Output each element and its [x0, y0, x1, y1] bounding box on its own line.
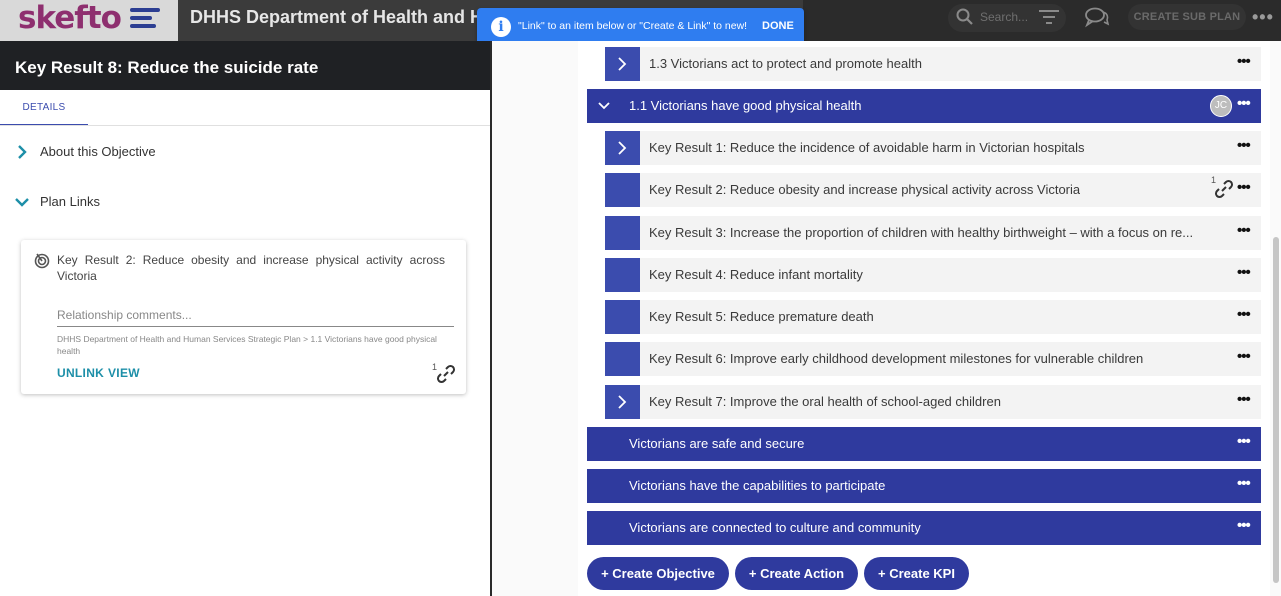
plan-link-card: Key Result 2: Reduce obesity and increas…	[21, 240, 466, 394]
plan-row-label: Key Result 4: Reduce infant mortality	[649, 267, 863, 282]
chevron-right-icon	[18, 145, 27, 159]
more-options-icon[interactable]: •••	[1237, 265, 1253, 281]
more-options-icon[interactable]: •••	[1237, 476, 1253, 492]
section-label: Plan Links	[40, 194, 100, 209]
more-options-icon[interactable]: •••	[1237, 180, 1253, 196]
row-color-block	[605, 300, 640, 334]
avatar[interactable]: JC	[1210, 95, 1232, 117]
more-options-icon[interactable]: •••	[1237, 54, 1253, 70]
more-options-icon[interactable]: •••	[1237, 138, 1253, 154]
plan-title: DHHS Department of Health and Human Serv…	[190, 7, 480, 27]
row-color-block	[605, 342, 640, 376]
section-about-objective[interactable]: About this Objective	[14, 142, 214, 162]
tab-details[interactable]: DETAILS	[0, 90, 88, 126]
plan-row-label: Key Result 3: Increase the proportion of…	[649, 225, 1194, 240]
create-objective-button[interactable]: + Create Objective	[587, 557, 729, 590]
toast-message: "Link" to an item below or "Create & Lin…	[518, 20, 748, 32]
logo-lines-icon	[130, 8, 160, 30]
more-options-icon[interactable]: •••	[1237, 96, 1253, 112]
objective-row[interactable]: 1.1 Victorians have good physical health…	[587, 89, 1261, 123]
create-action-button[interactable]: + Create Action	[735, 557, 858, 590]
more-options-icon[interactable]: •••	[1237, 307, 1253, 323]
objective-row[interactable]: Victorians are connected to culture and …	[587, 511, 1261, 545]
more-options-icon[interactable]: •••	[1237, 223, 1253, 239]
plan-row-body[interactable]: Key Result 1: Reduce the incidence of av…	[640, 131, 1261, 165]
objective-row[interactable]: Victorians have the capabilities to part…	[587, 469, 1261, 503]
info-icon: i	[491, 17, 511, 37]
plan-row-label: 1.3 Victorians act to protect and promot…	[649, 56, 922, 71]
plan-row-body[interactable]: Key Result 6: Improve early childhood de…	[640, 342, 1261, 376]
key-result-row[interactable]: Key Result 7: Improve the oral health of…	[605, 385, 1261, 419]
link-icon[interactable]	[1214, 179, 1234, 199]
toast-done-button[interactable]: DONE	[762, 20, 794, 32]
more-options-icon[interactable]: •••	[1237, 392, 1253, 408]
key-result-row[interactable]: Key Result 4: Reduce infant mortality ••…	[605, 258, 1261, 292]
more-options-icon[interactable]: •••	[1237, 518, 1253, 534]
linked-item-title: Key Result 2: Reduce obesity and increas…	[57, 253, 445, 283]
more-options-icon[interactable]: •••	[1252, 7, 1274, 28]
plan-row-body[interactable]: Key Result 4: Reduce infant mortality ••…	[640, 258, 1261, 292]
create-kpi-button[interactable]: + Create KPI	[864, 557, 969, 590]
relationship-comments-field[interactable]: Relationship comments...	[57, 308, 192, 322]
section-label: About this Objective	[40, 144, 156, 159]
view-button[interactable]: VIEW	[108, 366, 140, 380]
key-result-target-icon	[34, 253, 50, 269]
expand-button[interactable]	[605, 131, 640, 165]
link-icon[interactable]	[436, 364, 456, 384]
plan-row-label: Key Result 7: Improve the oral health of…	[649, 394, 1001, 409]
objective-label: 1.1 Victorians have good physical health	[629, 98, 862, 113]
key-result-row[interactable]: Key Result 3: Increase the proportion of…	[605, 216, 1261, 250]
expand-button[interactable]	[605, 385, 640, 419]
objective-label: Victorians are connected to culture and …	[629, 520, 921, 535]
chevron-right-icon	[618, 57, 627, 71]
plan-row-label: Key Result 1: Reduce the incidence of av…	[649, 140, 1085, 155]
chevron-down-icon	[15, 198, 29, 207]
chevron-right-icon	[618, 141, 627, 155]
tab-divider	[0, 125, 490, 126]
key-result-row[interactable]: Key Result 2: Reduce obesity and increas…	[605, 173, 1261, 207]
more-options-icon[interactable]: •••	[1237, 349, 1253, 365]
plan-row-body[interactable]: Key Result 5: Reduce premature death •••	[640, 300, 1261, 334]
app-root: skefto DHHS Department of Health and Hum…	[0, 0, 1281, 596]
comments-underline	[57, 326, 454, 327]
filter-icon[interactable]	[1039, 10, 1059, 24]
comments-icon[interactable]	[1084, 6, 1110, 28]
plan-row-body[interactable]: Key Result 2: Reduce obesity and increas…	[640, 173, 1261, 207]
expand-button[interactable]	[605, 47, 640, 81]
detail-title: Key Result 8: Reduce the suicide rate	[15, 58, 319, 77]
objective-row[interactable]: Victorians are safe and secure •••	[587, 427, 1261, 461]
scrollbar[interactable]	[1273, 237, 1279, 583]
logo-text: skefto	[18, 0, 122, 36]
plan-row-item[interactable]: 1.3 Victorians act to protect and promot…	[605, 47, 1261, 81]
detail-header: Key Result 8: Reduce the suicide rate	[0, 41, 490, 90]
plan-row-label: Key Result 6: Improve early childhood de…	[649, 351, 1144, 366]
plan-row-label: Key Result 2: Reduce obesity and increas…	[649, 182, 1081, 197]
row-color-block	[605, 173, 640, 207]
row-color-block	[605, 216, 640, 250]
unlink-button[interactable]: UNLINK	[57, 366, 104, 380]
chevron-down-icon[interactable]	[597, 99, 611, 113]
plan-row-label: Key Result 5: Reduce premature death	[649, 309, 874, 324]
more-options-icon[interactable]: •••	[1237, 434, 1253, 450]
key-result-row[interactable]: Key Result 6: Improve early childhood de…	[605, 342, 1261, 376]
logo[interactable]: skefto	[0, 0, 178, 41]
search-icon[interactable]	[956, 8, 974, 26]
chevron-right-icon	[618, 395, 627, 409]
plan-row-body[interactable]: Key Result 7: Improve the oral health of…	[640, 385, 1261, 419]
create-sub-plan-button[interactable]: CREATE SUB PLAN	[1128, 4, 1246, 30]
plan-row-body[interactable]: 1.3 Victorians act to protect and promot…	[640, 47, 1261, 81]
key-result-row[interactable]: Key Result 5: Reduce premature death •••	[605, 300, 1261, 334]
search-placeholder: Search...	[980, 10, 1029, 24]
row-color-block	[605, 258, 640, 292]
objective-label: Victorians have the capabilities to part…	[629, 478, 886, 493]
plan-row-body[interactable]: Key Result 3: Increase the proportion of…	[640, 216, 1261, 250]
objective-label: Victorians are safe and secure	[629, 436, 805, 451]
linked-item-breadcrumb: DHHS Department of Health and Human Serv…	[57, 334, 437, 356]
section-plan-links[interactable]: Plan Links	[14, 192, 214, 212]
key-result-row[interactable]: Key Result 1: Reduce the incidence of av…	[605, 131, 1261, 165]
